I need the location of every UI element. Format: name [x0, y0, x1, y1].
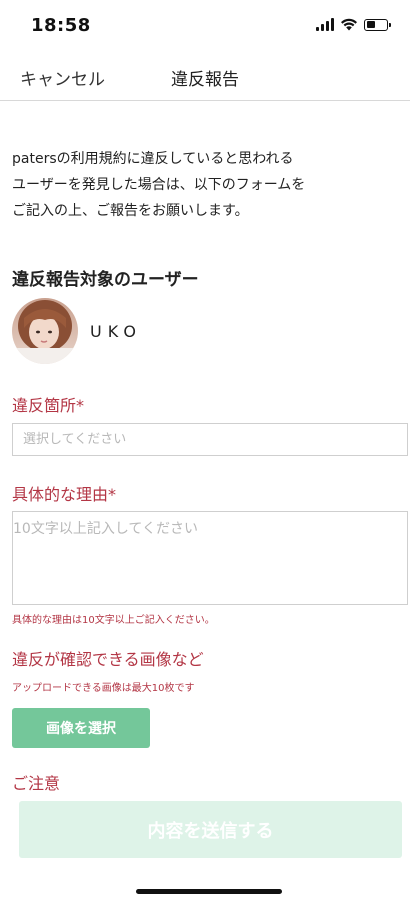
battery-icon [364, 18, 391, 31]
intro-text: patersの利用規約に違反していると思われる ユーザーを発見した場合は、以下の… [12, 146, 402, 224]
status-bar: 18:58 [0, 0, 410, 54]
status-icons [316, 18, 391, 31]
status-time: 18:58 [31, 15, 91, 36]
location-field-label: 違反箇所* [12, 392, 84, 416]
images-section-label: 違反が確認できる画像など [12, 650, 204, 669]
avatar[interactable] [12, 298, 78, 364]
submit-button[interactable]: 内容を送信する [19, 801, 402, 858]
wifi-icon [341, 18, 357, 31]
target-user-section-title: 違反報告対象のユーザー [12, 270, 199, 290]
violation-location-select[interactable] [12, 423, 408, 456]
required-mark: * [108, 485, 117, 504]
reason-field-label: 具体的な理由* [12, 481, 116, 505]
reason-textarea[interactable] [12, 511, 408, 605]
reason-label-text: 具体的な理由 [12, 485, 109, 504]
reason-hint: 具体的な理由は10文字以上ご記入ください。 [12, 615, 215, 626]
select-image-button[interactable]: 画像を選択 [12, 708, 150, 748]
home-indicator[interactable] [136, 889, 282, 894]
target-user-name: UKO [90, 322, 142, 341]
intro-line: ユーザーを発見した場合は、以下のフォームを [12, 177, 306, 193]
intro-line: patersの利用規約に違反していると思われる [12, 151, 294, 167]
required-mark: * [76, 396, 85, 415]
images-upload-hint: アップロードできる画像は最大10枚です [12, 683, 195, 694]
intro-line: ご記入の上、ご報告をお願いします。 [12, 203, 249, 219]
nav-bar: キャンセル 違反報告 [0, 54, 410, 101]
cellular-signal-icon [316, 18, 334, 31]
notice-label[interactable]: ご注意 [12, 770, 60, 794]
battery-level-fill [366, 21, 375, 28]
page-title: 違反報告 [171, 70, 239, 90]
location-label-text: 違反箇所 [12, 396, 77, 415]
